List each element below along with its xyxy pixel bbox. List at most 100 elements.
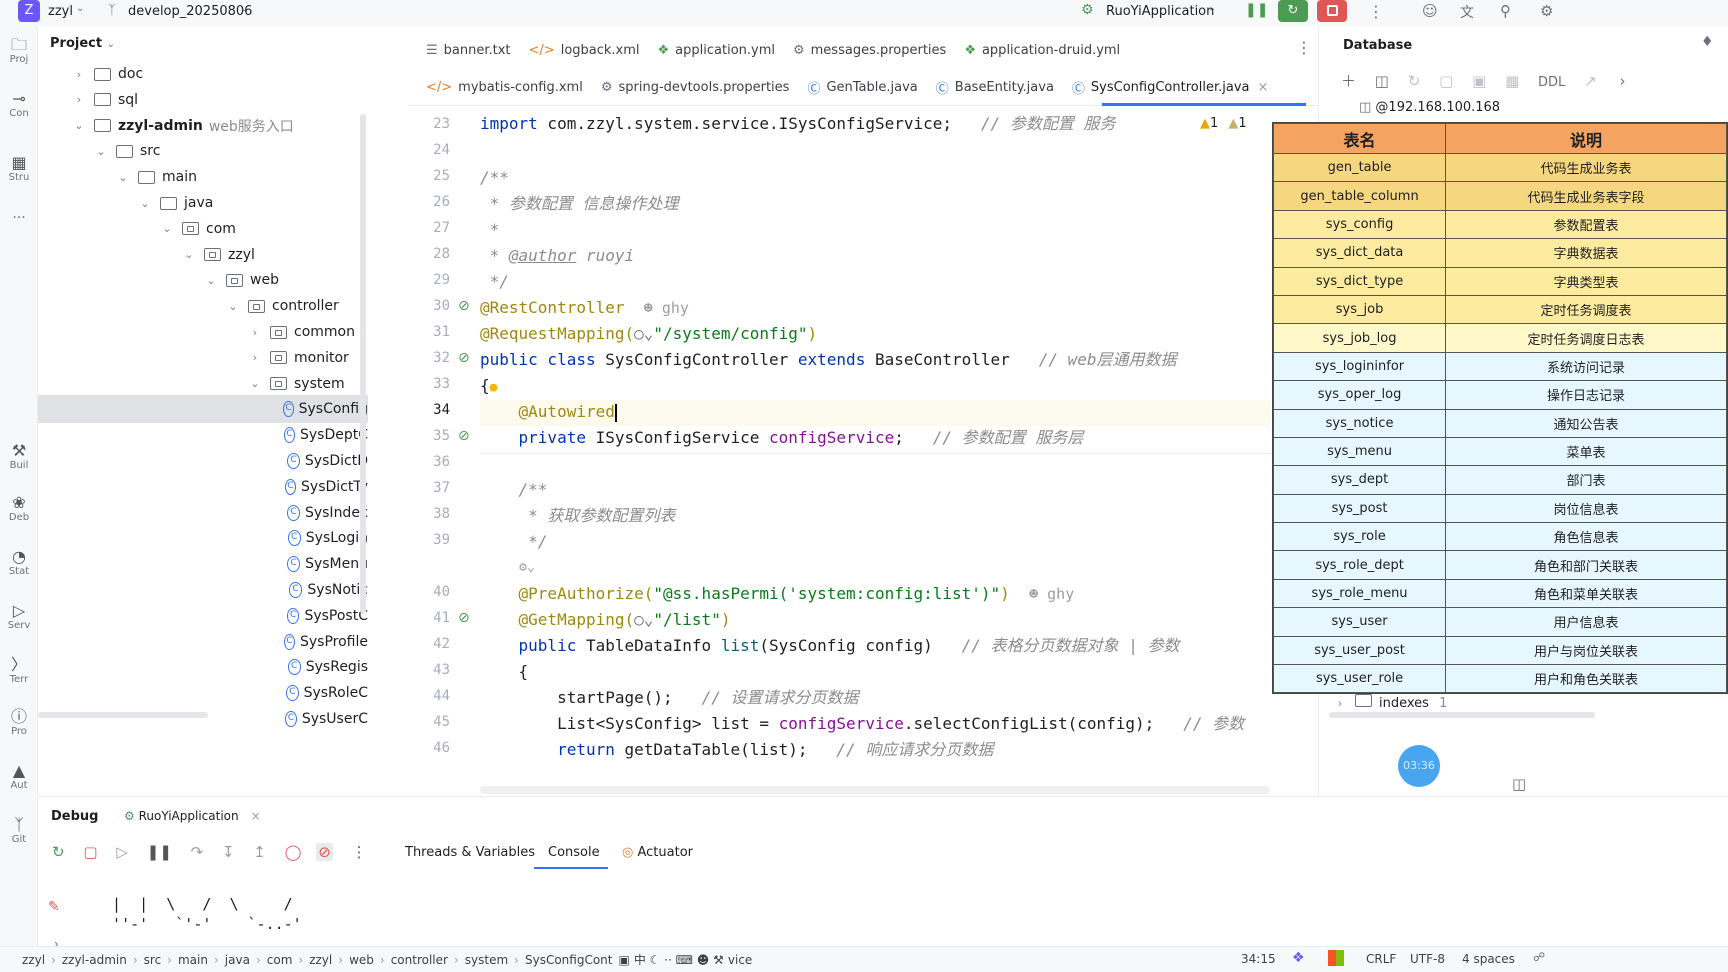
tree-class-item[interactable]: C SysRoleC [38,679,368,707]
editor-tab[interactable]: ☰ banner.txt [426,43,511,58]
tree-class-item[interactable]: C SysPostC [38,602,368,630]
project-badge[interactable]: Z [18,0,40,22]
connection-node[interactable]: ◫ @192.168.100.168 [1359,100,1500,115]
add-icon[interactable]: ＋ [1341,72,1356,90]
branch-name[interactable]: develop_20250806 [128,4,252,19]
git-tool-button[interactable]: ᛉ Git [0,816,38,845]
editor-tab[interactable]: </> mybatis-config.xml [426,80,583,95]
refresh-icon[interactable]: ↻ [1408,72,1421,90]
tree-class-item[interactable]: C SysIndex [38,499,368,527]
chevron-down-icon[interactable]: ⌄ [160,222,174,235]
tree-class-item[interactable]: C SysProfile [38,628,368,656]
author-hint[interactable]: ☻ ghy [644,299,689,317]
stop-icon[interactable]: ▢ [83,843,97,861]
editor-tab[interactable]: ❖ application-druid.yml [964,43,1120,58]
breadcrumb-item[interactable]: SysConfigCont [525,953,613,967]
tree-h-scrollbar[interactable] [38,712,208,718]
problems-tool-button[interactable]: ⓘ Pro [0,708,38,737]
step-into-icon[interactable]: ↧ [222,843,235,861]
debug-tab-threads[interactable]: Threads & Variables [405,845,535,860]
more-icon[interactable]: ⋮ [1368,2,1384,21]
globe-icon[interactable]: ○⌄ [634,610,653,629]
breadcrumb-item[interactable]: java [225,953,250,967]
step-out-icon[interactable]: ↥ [253,843,266,861]
ime-indicator[interactable]: ▣ 中 ☾ ⋅⋅ ⌨ ☻ ⚒ [618,951,723,968]
tree-folder-item[interactable]: ⌄ zzyl [38,241,368,269]
rerun-debug-button[interactable]: ↻ [1278,0,1308,22]
indent-setting[interactable]: 4 spaces [1462,952,1515,966]
ddl-button[interactable]: DDL [1538,75,1565,90]
globe-icon[interactable]: ○⌄ [634,324,653,343]
clear-console-icon[interactable]: ✎ [48,899,60,915]
tree-folder-item[interactable]: ⌄ system [38,370,368,398]
chevron-down-icon[interactable]: ⌄ [138,197,152,210]
kotlin-icon[interactable]: ❖ [1292,950,1305,966]
tree-class-item[interactable]: C SysRegis [38,653,368,681]
tree-class-item[interactable]: C SysNotic [38,576,368,604]
db-h-scrollbar[interactable] [1329,712,1595,718]
tree-folder-item[interactable]: ⌄ com [38,215,368,243]
endpoint-icon[interactable]: ⊘ [458,610,470,626]
run-config-name[interactable]: RuoYiApplication [1106,4,1214,19]
chevron-down-icon[interactable]: ⌄ [204,274,218,287]
notifications-icon[interactable]: ♦ [1701,34,1714,50]
tree-class-item[interactable]: C SysDictD [38,447,368,475]
resume-icon[interactable]: ▷ [116,843,128,861]
services-tool-button[interactable]: ▷ Serv [0,602,38,631]
autowired-bean-icon[interactable]: ⊘ [458,428,470,444]
editor-tab[interactable]: Ⓒ BaseEntity.java [936,78,1054,97]
project-panel-header[interactable]: Project ⌄ [50,36,115,51]
lock-icon[interactable]: ☍ [1533,950,1545,964]
chevron-down-icon[interactable]: ⌄ [248,377,262,390]
debug-tab-actuator[interactable]: ◎ Actuator [622,845,693,860]
bulb-icon[interactable]: ● [490,380,498,395]
author-hint[interactable]: ☻ ghy [1029,585,1074,603]
settings-gear-icon[interactable]: ⚙ [1540,2,1553,20]
tree-scrollbar[interactable] [360,114,366,614]
debug-session-tab[interactable]: ⚙ RuoYiApplication × [124,809,261,823]
tree-folder-item[interactable]: ⌄ zzyl-admin web服务入口 [38,112,368,140]
project-name[interactable]: zzyl [48,4,73,19]
debug-tool-button[interactable]: ❀ Deb [0,494,38,523]
breadcrumb-item[interactable]: zzyl [309,953,332,967]
tree-folder-item[interactable]: › monitor [38,344,368,372]
translate-icon[interactable]: 文 [1460,2,1474,22]
chevron-right-icon[interactable]: › [248,351,262,364]
chevron-right-icon[interactable]: › [248,326,262,339]
editor-tab[interactable]: ⚙ spring-devtools.properties [601,80,790,95]
timer-badge[interactable]: 03:36 [1398,745,1440,787]
caret-position[interactable]: 34:15 [1241,952,1276,966]
editor-tab[interactable]: ⚙ messages.properties [793,43,946,58]
chevron-right-icon[interactable]: › [72,93,86,106]
inlay-hint-icon[interactable]: ⚙⌄ [480,558,535,578]
statistic-tool-button[interactable]: ◔ Stat [0,548,38,577]
sync-icon[interactable]: ▢ [1439,72,1453,90]
tree-folder-item[interactable]: ⌄ web [38,266,368,294]
close-icon[interactable]: × [1257,80,1268,95]
tree-class-item[interactable]: C SysMenu [38,550,368,578]
tree-class-item[interactable]: C SysLogin [38,524,368,552]
tree-folder-item[interactable]: › common [38,318,368,346]
breadcrumb-item[interactable]: main [178,953,208,967]
editor-tab[interactable]: Ⓒ GenTable.java [807,78,917,97]
file-encoding[interactable]: UTF-8 [1410,952,1445,966]
tree-class-item[interactable]: C SysDictTy [38,473,368,501]
debug-tab-console[interactable]: Console [548,845,600,860]
more-tools-button[interactable]: ... [0,206,38,222]
tree-folder-item[interactable]: ⌄ java [38,189,368,217]
table-icon[interactable]: ▦ [1505,72,1519,90]
breadcrumb-item[interactable]: system [465,953,508,967]
breadcrumb-item[interactable]: com [267,953,293,967]
tree-folder-item[interactable]: ⌄ src [38,137,368,165]
editor-tab[interactable]: </> logback.xml [529,43,640,58]
chevron-right-icon[interactable]: › [1619,72,1625,90]
bean-icon[interactable]: ⊘ [458,298,470,314]
search-icon[interactable]: ⚲ [1500,2,1511,20]
jump-icon[interactable]: ↗ [1584,72,1597,90]
editor-h-scrollbar[interactable] [480,786,1270,794]
auto-tool-button[interactable]: ▲ Aut [0,762,38,791]
breadcrumb-item[interactable]: zzyl-admin [62,953,127,967]
structure-tool-button[interactable]: ▦ Stru [0,154,38,183]
windows-icon[interactable] [1328,950,1344,966]
breadcrumb-item[interactable]: controller [391,953,448,967]
